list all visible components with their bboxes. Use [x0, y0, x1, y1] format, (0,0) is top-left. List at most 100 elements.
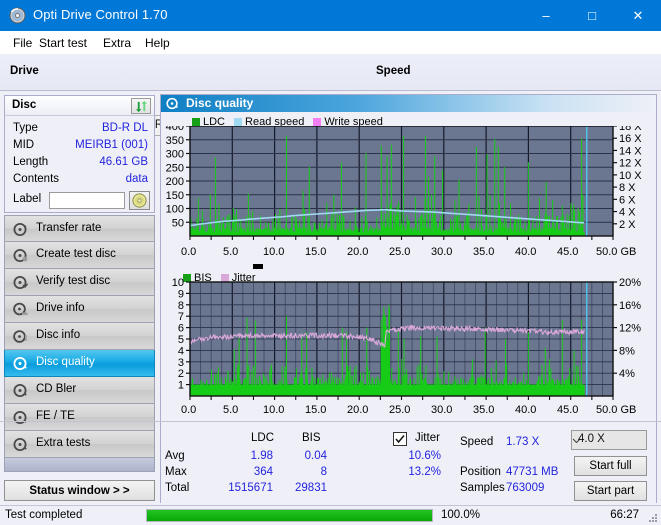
stats-samples-label: Samples	[460, 482, 505, 494]
minimize-button[interactable]: –	[523, 0, 569, 31]
disc-label-key: Label	[13, 193, 42, 205]
window-title: Opti Drive Control 1.70	[33, 7, 168, 22]
stats-samples-value: 763009	[506, 482, 545, 494]
svg-text:50: 50	[172, 217, 184, 229]
svg-text:12%: 12%	[619, 323, 641, 335]
x-tick: 35.0	[473, 246, 495, 258]
maximize-icon: □	[588, 8, 596, 23]
svg-text:4 X: 4 X	[619, 207, 636, 219]
status-text: Test completed	[5, 509, 83, 521]
disc-panel-title: Disc	[12, 99, 37, 111]
x-tick: 25.0	[389, 404, 411, 416]
sidebar-item-cd-bler[interactable]: CD Bler	[4, 377, 155, 404]
disc-fete-icon	[13, 410, 28, 425]
sidebar-item-create-test-disc[interactable]: Create test disc	[4, 242, 155, 269]
disc-label-browse-button[interactable]	[129, 191, 150, 210]
disc-quality-icon	[166, 97, 179, 110]
x-tick: 30.0	[431, 246, 453, 258]
sidebar-item-drive-info[interactable]: Drive info	[4, 296, 155, 323]
sidebar-item-label: Disc info	[36, 329, 81, 341]
svg-text:10: 10	[172, 278, 184, 289]
x-tick: 40.0	[515, 246, 537, 258]
svg-text:2 X: 2 X	[619, 219, 636, 231]
disc-label-input[interactable]	[49, 192, 125, 209]
x-tick: 40.0	[515, 404, 537, 416]
chart-ldc-readspeed[interactable]: 400 350 300 250 200 150 100 50 18 X 16 X 14 X 12 X1…	[165, 126, 655, 254]
stats-position-value: 47731 MB	[506, 466, 559, 478]
legend-swatch-ldc	[192, 118, 200, 126]
stats-col-bis: BIS	[302, 432, 321, 444]
panel-title: Disc quality	[186, 96, 254, 110]
status-window-button[interactable]: Status window > >	[4, 480, 155, 501]
svg-text:9: 9	[178, 288, 184, 300]
x-tick: 50.0 GB	[596, 246, 637, 258]
menu-item-help[interactable]: Help	[140, 35, 175, 51]
close-button[interactable]: ✕	[615, 0, 661, 31]
disc-quality-icon	[13, 356, 28, 371]
svg-text:14 X: 14 X	[619, 145, 642, 157]
svg-text:400: 400	[166, 126, 184, 133]
stats-max-ldc: 364	[253, 466, 273, 478]
svg-text:12 X: 12 X	[619, 158, 642, 170]
x-tick: 10.0	[263, 404, 285, 416]
sidebar-item-fe-te[interactable]: FE / TE	[4, 404, 155, 431]
disc-row-length: Length 46.61 GB	[5, 155, 156, 172]
svg-text:7: 7	[178, 311, 184, 323]
sidebar-item-transfer-rate[interactable]: Transfer rate	[4, 215, 155, 242]
svg-text:5: 5	[178, 334, 184, 346]
start-full-button[interactable]: Start full	[574, 456, 647, 476]
status-bar: Test completed 100.0% 66:27	[0, 505, 661, 525]
stats-speed-value: 1.73 X	[506, 436, 540, 448]
stats-row-max-label: Max	[165, 466, 187, 478]
x-tick: 20.0	[347, 404, 369, 416]
disc-panel-header: Disc	[4, 95, 155, 115]
disc-verify-icon	[13, 275, 28, 290]
chart-bis-jitter[interactable]: 10 9 8 7 6 5 4 3 2 1 20% 16% 12% 8% 4%	[165, 278, 655, 412]
svg-text:20%: 20%	[619, 278, 641, 289]
start-part-button[interactable]: Start part	[574, 481, 647, 501]
stats-col-ldc: LDC	[251, 432, 275, 444]
stats-total-bis: 29831	[295, 482, 327, 494]
sidebar-item-label: Create test disc	[36, 248, 116, 260]
sidebar-item-disc-quality[interactable]: Disc quality	[4, 350, 155, 377]
menu-item-start-test[interactable]: Start test	[34, 35, 92, 51]
jitter-checkbox[interactable]	[393, 432, 407, 446]
resize-grip[interactable]	[647, 512, 658, 523]
menu-item-file[interactable]: File	[8, 35, 37, 51]
disc-extra-icon	[13, 437, 28, 452]
stats-row-avg-label: Avg	[165, 450, 185, 462]
chart2-scroll-marker[interactable]	[253, 264, 263, 269]
disc-refresh-button[interactable]	[131, 98, 151, 114]
progress-bar	[146, 509, 433, 522]
panel-header: Disc quality	[161, 95, 656, 112]
disc-row-contents-key: Contents	[13, 173, 60, 185]
sidebar-item-extra-tests[interactable]: Extra tests	[4, 431, 155, 458]
maximize-button[interactable]: □	[569, 0, 615, 31]
svg-text:8: 8	[178, 300, 184, 312]
svg-text:16%: 16%	[619, 300, 641, 312]
stats-max-bis: 8	[320, 466, 327, 478]
menu-item-extra[interactable]: Extra	[98, 35, 136, 51]
sidebar-item-label: CD Bler	[36, 383, 77, 395]
progress-bar-fill	[147, 510, 432, 521]
disc-row-type: Type BD-R DL	[5, 121, 156, 138]
disc-rate-icon	[13, 222, 28, 237]
svg-text:300: 300	[166, 149, 184, 161]
svg-text:200: 200	[166, 176, 184, 188]
result-speed-value: 4.0 X	[578, 433, 605, 445]
x-tick: 15.0	[305, 404, 327, 416]
disc-row-length-value: 46.61 GB	[99, 156, 148, 168]
x-tick: 45.0	[557, 404, 579, 416]
svg-text:250: 250	[166, 162, 184, 174]
sidebar-item-verify-test-disc[interactable]: Verify test disc	[4, 269, 155, 296]
x-tick: 0.0	[181, 404, 197, 416]
stats-max-jitter: 13.2%	[408, 466, 441, 478]
svg-text:18 X: 18 X	[619, 126, 642, 133]
sidebar-item-disc-info[interactable]: Disc info	[4, 323, 155, 350]
disc-row-type-key: Type	[13, 122, 38, 134]
x-tick: 20.0	[347, 246, 369, 258]
svg-text:100: 100	[166, 204, 184, 216]
svg-text:4%: 4%	[619, 368, 635, 380]
result-speed-select[interactable]: 4.0 X	[571, 430, 647, 450]
progress-percent: 100.0%	[441, 509, 481, 521]
